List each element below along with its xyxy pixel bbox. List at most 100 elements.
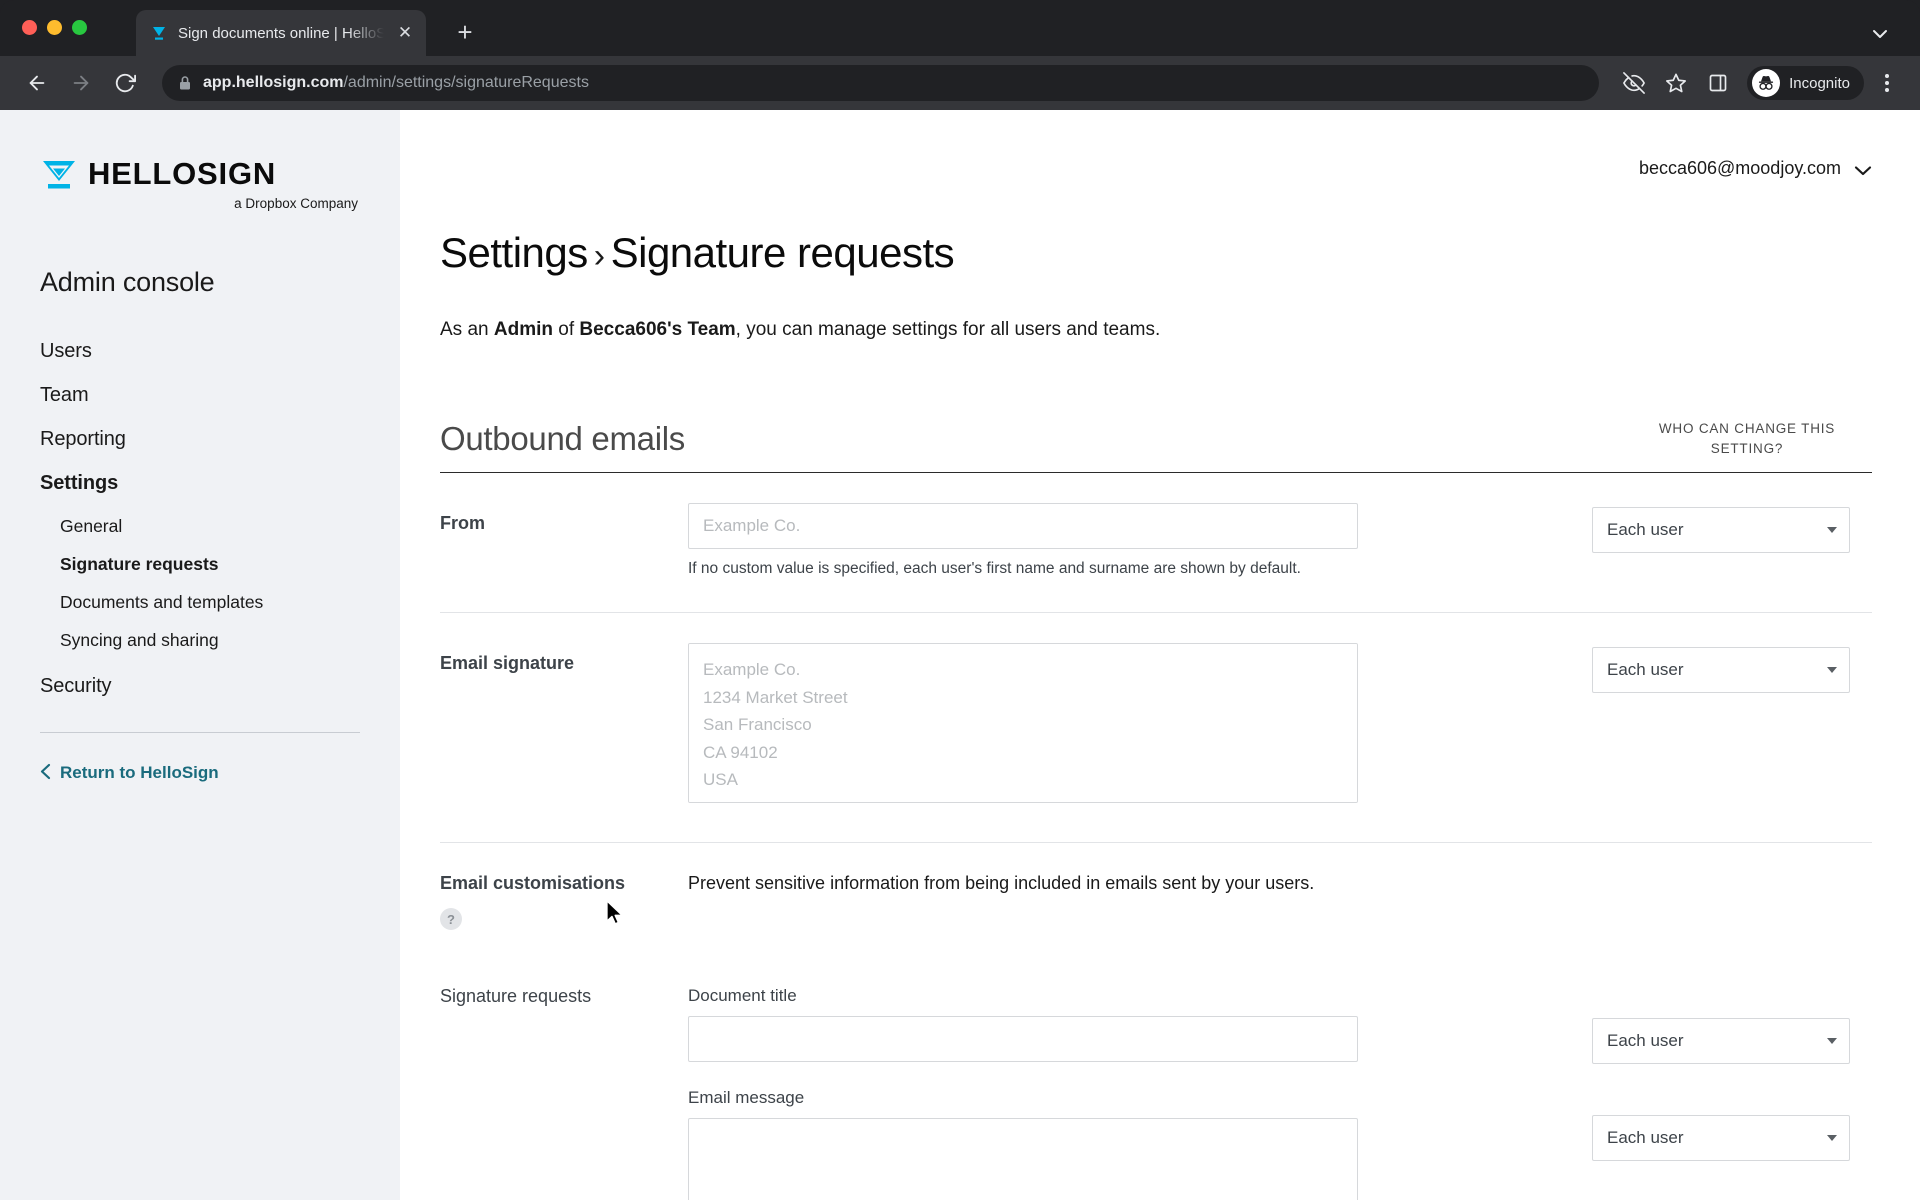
arrow-right-icon[interactable] bbox=[62, 64, 100, 102]
chevron-down-icon bbox=[1827, 1038, 1837, 1045]
browser-window: Sign documents online | HelloS ✕ + app.h… bbox=[0, 0, 1920, 1200]
chevron-down-icon[interactable] bbox=[1868, 22, 1892, 46]
setting-body-email-customisations: Prevent sensitive information from being… bbox=[688, 873, 1382, 894]
url-path: /admin/settings/signatureRequests bbox=[343, 74, 589, 91]
who-can-change-select-from[interactable]: Each user bbox=[1592, 507, 1850, 554]
star-icon[interactable] bbox=[1657, 64, 1695, 102]
address-bar[interactable]: app.hellosign.com/admin/settings/signatu… bbox=[162, 65, 1600, 101]
incognito-profile-button[interactable]: Incognito bbox=[1747, 66, 1864, 100]
intro-team: Becca606's Team bbox=[579, 319, 736, 340]
intro-middle: of bbox=[552, 319, 580, 340]
page-viewport: HELLOSIGN a Dropbox Company Admin consol… bbox=[0, 110, 1920, 1200]
setting-label-email-signature: Email signature bbox=[440, 653, 575, 674]
sidebar-item-team[interactable]: Team bbox=[40, 384, 360, 407]
email-customisations-label: Email customisations bbox=[440, 873, 626, 894]
hellosign-logo[interactable]: HELLOSIGN a Dropbox Company bbox=[40, 155, 360, 211]
setting-body-from: If no custom value is specified, each us… bbox=[688, 503, 1360, 578]
hellosign-tagline: a Dropbox Company bbox=[234, 196, 358, 211]
hellosign-triangle-icon bbox=[40, 155, 78, 193]
account-row: becca606@moodjoy.com bbox=[440, 110, 1872, 179]
setting-row-signature-requests: Signature requests Document title Email … bbox=[440, 936, 1872, 1200]
arrow-left-icon[interactable] bbox=[18, 64, 56, 102]
three-dots-vertical-icon[interactable] bbox=[1872, 64, 1902, 102]
sidebar-item-signature-requests[interactable]: Signature requests bbox=[60, 554, 360, 575]
breadcrumb-parent[interactable]: Settings bbox=[440, 229, 588, 276]
setting-label-signature-requests: Signature requests bbox=[440, 986, 592, 1007]
email-message-textarea[interactable] bbox=[688, 1118, 1358, 1200]
question-mark-icon[interactable]: ? bbox=[440, 908, 462, 931]
incognito-hat-icon bbox=[1752, 69, 1781, 97]
sidebar-item-documents-and-templates[interactable]: Documents and templates bbox=[60, 592, 360, 613]
close-window-button[interactable] bbox=[22, 20, 37, 35]
select-value: Each user bbox=[1607, 1128, 1684, 1148]
email-message-field: Email message bbox=[688, 1088, 1360, 1200]
return-to-hellosign-label: Return to HelloSign bbox=[60, 763, 219, 782]
minimize-window-button[interactable] bbox=[47, 20, 62, 35]
chevron-down-icon bbox=[1827, 527, 1837, 534]
chevron-down-icon bbox=[1827, 667, 1837, 674]
window-traffic-lights bbox=[22, 20, 87, 35]
section-header: Outbound emails Who can change this sett… bbox=[440, 419, 1872, 474]
browser-tab-strip: Sign documents online | HelloS ✕ + bbox=[0, 0, 1920, 56]
address-bar-url: app.hellosign.com/admin/settings/signatu… bbox=[203, 74, 589, 92]
account-menu-button[interactable]: becca606@moodjoy.com bbox=[1639, 158, 1872, 179]
document-title-input[interactable] bbox=[688, 1016, 1358, 1063]
page-intro-text: As an Admin of Becca606's Team, you can … bbox=[440, 319, 1872, 341]
sidebar-item-security[interactable]: Security bbox=[40, 675, 360, 698]
plus-icon[interactable]: + bbox=[450, 18, 480, 48]
setting-row-email-signature: Email signature Each user bbox=[440, 613, 1872, 844]
setting-row-email-customisations: Email customisations ? Prevent sensitive… bbox=[440, 843, 1872, 936]
breadcrumb-separator: › bbox=[593, 237, 605, 275]
setting-row-from: From If no custom value is specified, ea… bbox=[440, 473, 1872, 614]
intro-suffix: , you can manage settings for all users … bbox=[735, 319, 1161, 340]
setting-control-from: Each user bbox=[1592, 503, 1850, 554]
setting-body-email-signature bbox=[688, 643, 1360, 808]
return-to-hellosign-link[interactable]: Return to HelloSign bbox=[40, 763, 360, 783]
toolbar-actions: Incognito bbox=[1615, 64, 1902, 102]
setting-control-email-signature: Each user bbox=[1592, 643, 1850, 694]
intro-prefix: As an bbox=[440, 319, 494, 340]
admin-sidebar: HELLOSIGN a Dropbox Company Admin consol… bbox=[0, 110, 400, 1200]
chevron-down-icon bbox=[1854, 163, 1872, 176]
from-input[interactable] bbox=[688, 503, 1358, 550]
sidebar-item-general[interactable]: General bbox=[60, 516, 360, 537]
email-customisations-description: Prevent sensitive information from being… bbox=[688, 873, 1315, 894]
chevron-down-icon bbox=[1827, 1135, 1837, 1142]
eye-slash-icon[interactable] bbox=[1615, 64, 1653, 102]
sidebar-item-users[interactable]: Users bbox=[40, 340, 360, 363]
settings-main: becca606@moodjoy.com Settings › Signature … bbox=[400, 110, 1920, 1200]
browser-toolbar: app.hellosign.com/admin/settings/signatu… bbox=[0, 56, 1920, 110]
setting-control-email-customisations bbox=[1614, 873, 1872, 877]
document-title-field: Document title bbox=[688, 986, 1360, 1063]
setting-label-email-customisations: Email customisations ? bbox=[440, 873, 688, 931]
setting-label-from: From bbox=[440, 513, 485, 534]
email-message-label: Email message bbox=[688, 1088, 805, 1108]
setting-control-signature-requests: Each user Each user bbox=[1592, 986, 1850, 1162]
side-panel-icon[interactable] bbox=[1699, 64, 1737, 102]
who-can-change-select-email-signature[interactable]: Each user bbox=[1592, 647, 1850, 694]
hellosign-favicon-icon bbox=[150, 24, 168, 42]
select-value: Each user bbox=[1607, 660, 1684, 680]
sidebar-item-reporting[interactable]: Reporting bbox=[40, 428, 360, 451]
browser-tab[interactable]: Sign documents online | HelloS ✕ bbox=[136, 10, 426, 56]
who-can-change-select-email-message[interactable]: Each user bbox=[1592, 1115, 1850, 1162]
setting-body-signature-requests: Document title Email message bbox=[688, 986, 1360, 1200]
sidebar-divider bbox=[40, 732, 360, 733]
lock-icon bbox=[178, 75, 192, 91]
reload-icon[interactable] bbox=[106, 64, 144, 102]
intro-role: Admin bbox=[493, 319, 553, 340]
hellosign-wordmark: HELLOSIGN bbox=[88, 156, 277, 191]
who-can-change-this-setting-label: Who can change this setting? bbox=[1658, 421, 1836, 456]
sidebar-item-settings[interactable]: Settings bbox=[40, 472, 360, 495]
close-icon[interactable]: ✕ bbox=[394, 22, 416, 44]
who-can-change-select-document-title[interactable]: Each user bbox=[1592, 1018, 1850, 1065]
select-value: Each user bbox=[1607, 520, 1684, 540]
page-title: Admin console bbox=[40, 267, 215, 297]
breadcrumb-current: Signature requests bbox=[610, 229, 955, 276]
sidebar-item-syncing-and-sharing[interactable]: Syncing and sharing bbox=[60, 630, 360, 651]
url-domain: app.hellosign.com bbox=[203, 74, 344, 91]
document-title-label: Document title bbox=[688, 986, 797, 1006]
email-signature-textarea[interactable] bbox=[688, 643, 1358, 804]
maximize-window-button[interactable] bbox=[72, 20, 87, 35]
section-title: Outbound emails bbox=[440, 420, 685, 458]
